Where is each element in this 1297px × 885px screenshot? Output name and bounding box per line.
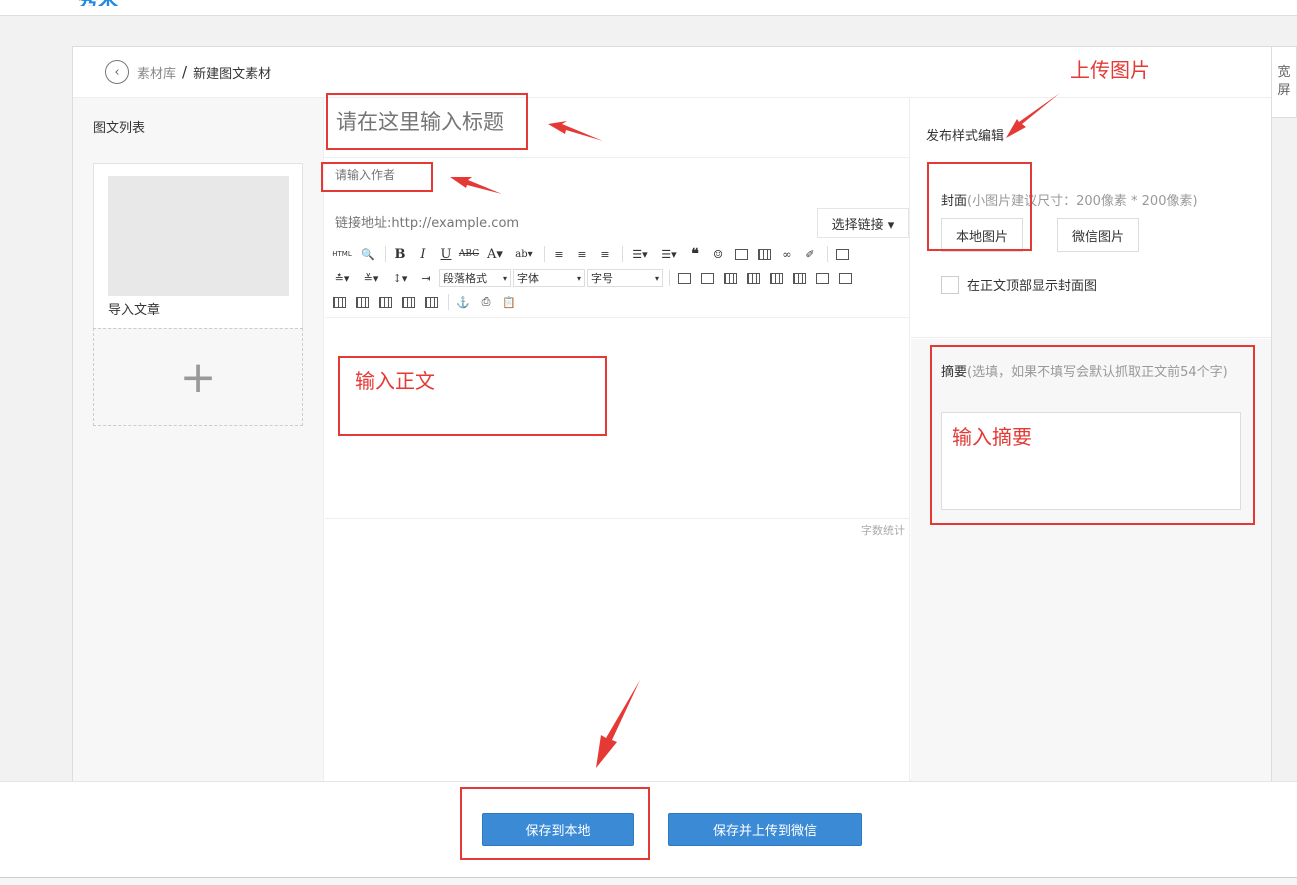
status-strip — [0, 877, 1297, 885]
toolbar-row-1: HTML 🔍 B I U ABC A▾ ab▾ ≡ ≡ ≡ ☰▾ ☰▾ ❝ ☺ … — [329, 243, 855, 265]
line-height-icon[interactable]: ↕▾ — [387, 269, 413, 287]
delete-table-icon[interactable] — [421, 293, 441, 311]
show-cover-checkbox[interactable] — [941, 275, 959, 294]
row-spacing-bottom-icon[interactable]: ≚▾ — [358, 269, 384, 287]
underline-icon[interactable]: U — [436, 245, 456, 263]
link-icon[interactable]: ∞ — [777, 245, 797, 263]
chevron-down-icon: ▾ — [576, 273, 581, 283]
font-size-select[interactable]: 字号 ▾ — [587, 269, 663, 287]
align-right-icon[interactable]: ≡ — [595, 245, 615, 263]
annotation-box-summary — [930, 345, 1255, 525]
breadcrumb-current: 新建图文素材 — [193, 66, 272, 82]
fullscreen-icon[interactable] — [832, 245, 852, 263]
save-upload-wechat-button[interactable]: 保存并上传到微信 — [668, 813, 862, 846]
annotation-box-body — [338, 356, 607, 436]
toolbar-separator — [544, 246, 545, 262]
annotation-box-save — [460, 787, 650, 860]
video-icon[interactable] — [754, 245, 774, 263]
table-properties-icon[interactable] — [697, 269, 717, 287]
insert-row-icon[interactable] — [720, 269, 740, 287]
preview-icon[interactable]: 🔍 — [358, 245, 378, 263]
publish-style-label: 发布样式编辑 — [926, 129, 1005, 144]
blockquote-icon[interactable]: ❝ — [685, 245, 705, 263]
font-family-value: 字体 — [517, 272, 539, 285]
back-icon[interactable]: ‹ — [105, 60, 129, 84]
toolbar-separator — [669, 270, 670, 286]
insert-col-icon[interactable] — [766, 269, 786, 287]
split-cols-icon[interactable] — [398, 293, 418, 311]
font-size-value: 字号 — [591, 272, 613, 285]
editor-toolbar: HTML 🔍 B I U ABC A▾ ab▾ ≡ ≡ ≡ ☰▾ ☰▾ ❝ ☺ … — [325, 240, 909, 318]
strikethrough-icon[interactable]: ABC — [459, 245, 479, 263]
italic-icon[interactable]: I — [413, 245, 433, 263]
wide-screen-toggle[interactable]: 宽 屏 — [1272, 46, 1297, 118]
align-center-icon[interactable]: ≡ — [572, 245, 592, 263]
ordered-list-icon[interactable]: ☰▾ — [627, 245, 653, 263]
import-article-label: 导入文章 — [108, 303, 161, 318]
unordered-list-icon[interactable]: ☰▾ — [656, 245, 682, 263]
select-link-button[interactable]: 选择链接 ▾ — [817, 208, 909, 238]
insert-table-icon[interactable] — [674, 269, 694, 287]
merge-cells-icon[interactable] — [812, 269, 832, 287]
wechat-image-button[interactable]: 微信图片 — [1057, 218, 1139, 252]
emoji-icon[interactable]: ☺ — [708, 245, 728, 263]
show-cover-label: 在正文顶部显示封面图 — [967, 279, 1098, 294]
annotation-box-author — [321, 162, 433, 192]
split-rows-icon[interactable] — [375, 293, 395, 311]
highlight-icon[interactable]: ab▾ — [511, 245, 537, 263]
breadcrumb: ‹ 素材库 / 新建图文素材 — [105, 60, 271, 84]
merge-right-icon[interactable] — [329, 293, 349, 311]
split-cells-icon[interactable] — [835, 269, 855, 287]
divider — [325, 518, 909, 519]
chevron-down-icon: ▾ — [502, 273, 507, 283]
delete-row-icon[interactable] — [743, 269, 763, 287]
article-list-title: 图文列表 — [93, 121, 146, 136]
paragraph-format-value: 段落格式 — [443, 272, 487, 285]
toolbar-separator — [448, 294, 449, 310]
show-cover-option[interactable]: 在正文顶部显示封面图 — [941, 275, 1097, 294]
article-card[interactable]: 导入文章 — [93, 163, 303, 329]
toolbar-separator — [385, 246, 386, 262]
word-count: 字数统计 — [861, 524, 905, 537]
font-family-select[interactable]: 字体 ▾ — [513, 269, 585, 287]
link-url-input[interactable] — [335, 212, 635, 234]
toolbar-separator — [622, 246, 623, 262]
align-left-icon[interactable]: ≡ — [549, 245, 569, 263]
wide-screen-label-2: 屏 — [1277, 83, 1291, 98]
merge-down-icon[interactable] — [352, 293, 372, 311]
paste-icon[interactable]: 📋 — [499, 293, 519, 311]
image-icon[interactable] — [731, 245, 751, 263]
delete-col-icon[interactable] — [789, 269, 809, 287]
anchor-icon[interactable]: ⚓ — [453, 293, 473, 311]
annotation-upload-image: 上传图片 — [1070, 58, 1150, 82]
toolbar-row-3: ⚓ ⎙ 📋 — [329, 291, 522, 313]
toolbar-row-2: ≛▾ ≚▾ ↕▾ ⇥ 段落格式 ▾ 字体 ▾ 字号 ▾ — [329, 267, 858, 289]
add-article-button[interactable]: + — [93, 328, 303, 426]
toolbar-separator — [827, 246, 828, 262]
logo: 秀米 — [78, 0, 178, 6]
annotation-box-cover — [927, 162, 1032, 251]
breadcrumb-separator: / — [182, 63, 188, 81]
html-source-icon[interactable]: HTML — [329, 245, 355, 263]
font-color-icon[interactable]: A▾ — [482, 245, 508, 263]
bold-icon[interactable]: B — [390, 245, 410, 263]
indent-icon[interactable]: ⇥ — [416, 269, 436, 287]
print-icon[interactable]: ⎙ — [476, 293, 496, 311]
article-thumbnail — [108, 176, 289, 296]
breadcrumb-parent-link[interactable]: 素材库 — [137, 63, 176, 82]
eraser-icon[interactable]: ✐ — [800, 245, 820, 263]
wide-screen-label-1: 宽 — [1277, 65, 1291, 80]
divider — [324, 157, 910, 158]
row-spacing-top-icon[interactable]: ≛▾ — [329, 269, 355, 287]
annotation-box-title — [326, 93, 528, 150]
top-bar: 秀米 — [0, 0, 1297, 16]
chevron-down-icon: ▾ — [654, 273, 659, 283]
paragraph-format-select[interactable]: 段落格式 ▾ — [439, 269, 511, 287]
